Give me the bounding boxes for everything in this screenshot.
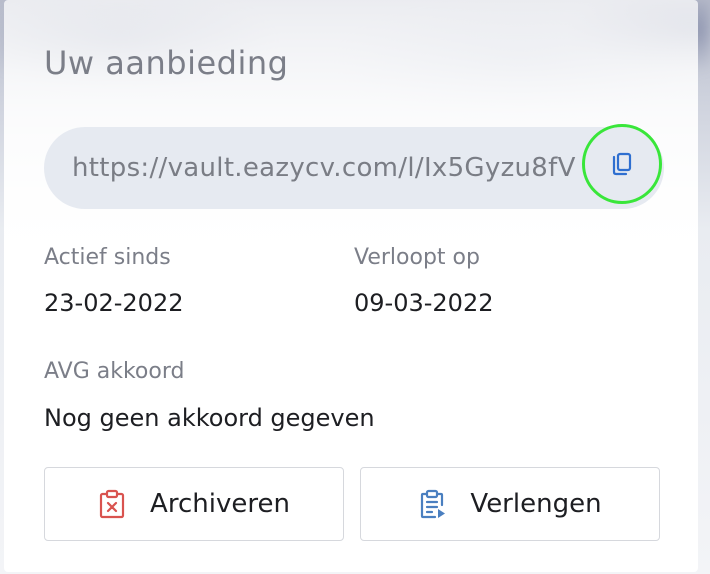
gdpr-value: Nog geen akkoord gegeven bbox=[44, 404, 375, 432]
extend-button[interactable]: Verlengen bbox=[360, 467, 660, 541]
active-since-value: 23-02-2022 bbox=[44, 289, 184, 317]
expires-value: 09-03-2022 bbox=[354, 289, 494, 317]
gdpr-label: AVG akkoord bbox=[44, 359, 185, 384]
archive-button[interactable]: Archiveren bbox=[44, 467, 344, 541]
archive-button-label: Archiveren bbox=[150, 489, 290, 519]
extend-button-label: Verlengen bbox=[470, 489, 602, 519]
expires-label: Verloopt op bbox=[354, 245, 480, 270]
clipboard-x-icon bbox=[99, 489, 125, 519]
copy-link-button[interactable] bbox=[582, 124, 662, 204]
active-since-label: Actief sinds bbox=[44, 245, 171, 270]
panel-title: Uw aanbieding bbox=[44, 44, 289, 82]
offer-link-text: https://vault.eazycv.com/l/Ix5Gyzu8fV bbox=[72, 153, 576, 183]
offer-link-field[interactable]: https://vault.eazycv.com/l/Ix5Gyzu8fV bbox=[44, 127, 664, 209]
offer-card: Uw aanbieding https://vault.eazycv.com/l… bbox=[4, 0, 698, 572]
copy-icon bbox=[612, 152, 632, 176]
clipboard-play-icon bbox=[421, 489, 446, 519]
